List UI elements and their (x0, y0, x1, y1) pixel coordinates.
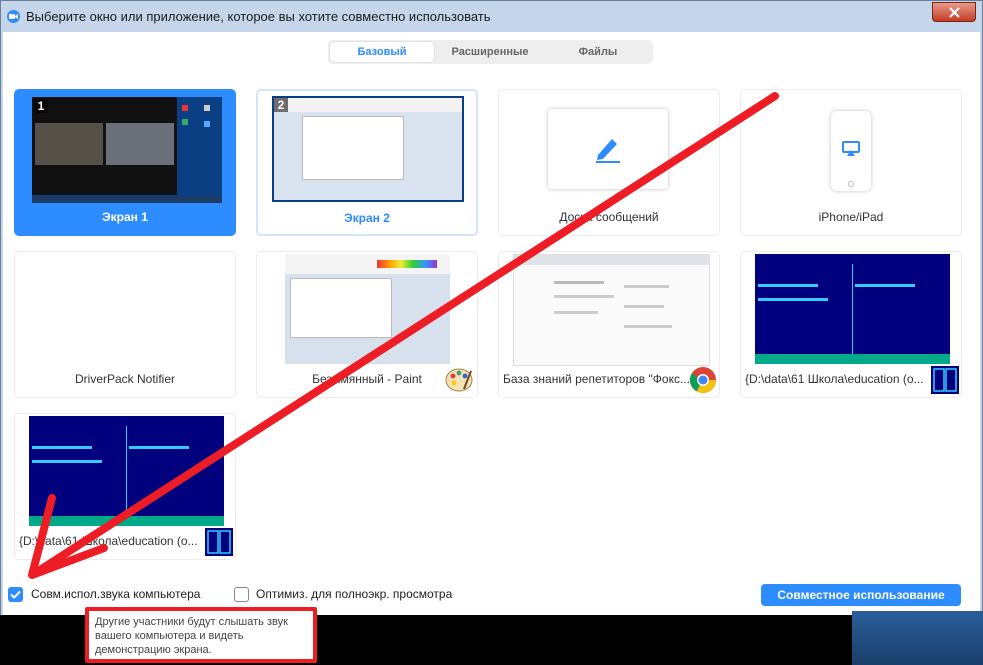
tile-paint[interactable]: Безымянный - Paint (256, 251, 478, 398)
tile-far-manager-2[interactable]: {D:\data\61 Школа\education (о... (14, 413, 236, 560)
share-audio-checkbox[interactable] (8, 587, 23, 602)
screen-number-badge: 2 (274, 98, 288, 112)
close-icon (949, 7, 960, 18)
title-bar: Выберите окно или приложение, которое вы… (1, 1, 982, 32)
whiteboard-card (548, 109, 668, 189)
chrome-thumbnail (513, 254, 710, 366)
share-content: Базовый Расширенные Файлы 1 Экран 1 2 Эк… (3, 32, 980, 612)
tooltip-text: Другие участники будут слышать звук ваше… (95, 616, 288, 656)
tile-label: {D:\data\61 Школа\education (о... (19, 534, 198, 548)
tile-label: {D:\data\61 Школа\education (о... (745, 372, 924, 386)
tile-label: DriverPack Notifier (74, 372, 176, 386)
share-button[interactable]: Совместное использование (761, 584, 961, 606)
tab-bar: Базовый Расширенные Файлы (328, 40, 653, 64)
tile-label: Экран 2 (344, 211, 390, 225)
phone-card (831, 111, 871, 191)
optimize-fullscreen-label[interactable]: Оптимиз. для полноэкр. просмотра (256, 587, 452, 601)
tile-label: База знаний репетиторов "Фокс... (503, 372, 689, 386)
tile-whiteboard[interactable]: Доска сообщений (498, 89, 720, 236)
tile-label: iPhone/iPad (818, 210, 884, 224)
far-manager-thumbnail (29, 416, 224, 526)
tile-iphone-ipad[interactable]: iPhone/iPad (740, 89, 962, 236)
chrome-icon (689, 367, 717, 394)
home-button-icon (848, 181, 854, 187)
close-button[interactable] (932, 2, 976, 22)
screen-number-badge: 1 (34, 99, 48, 113)
tab-files[interactable]: Файлы (546, 42, 650, 62)
far-manager-thumbnail (755, 254, 950, 364)
tile-screen-1[interactable]: 1 Экран 1 (14, 89, 236, 236)
tile-driverpack[interactable]: DriverPack Notifier (14, 251, 236, 398)
pencil-icon (596, 139, 620, 163)
audio-tooltip: Другие участники будут слышать звук ваше… (85, 607, 317, 663)
checkmark-icon (10, 590, 21, 599)
zoom-icon (7, 10, 20, 23)
desktop-background (852, 611, 983, 665)
airplay-icon (842, 141, 860, 156)
window-title: Выберите окно или приложение, которое вы… (26, 9, 491, 24)
paint-thumbnail (285, 254, 450, 364)
tile-screen-2[interactable]: 2 Экран 2 (256, 89, 478, 236)
optimize-fullscreen-checkbox[interactable] (234, 587, 249, 602)
tab-basic[interactable]: Базовый (330, 42, 434, 62)
far-manager-icon (931, 366, 959, 394)
share-screen-window: Выберите окно или приложение, которое вы… (0, 0, 983, 665)
screen-2-thumbnail: 2 (272, 96, 464, 202)
tile-label: Доска сообщений (559, 210, 659, 224)
tile-label: Экран 1 (102, 210, 148, 224)
tile-label: Безымянный - Paint (312, 372, 422, 386)
tile-far-manager-1[interactable]: {D:\data\61 Школа\education (о... (740, 251, 962, 398)
tab-advanced[interactable]: Расширенные (438, 42, 542, 62)
far-manager-icon (205, 528, 233, 556)
tile-chrome-foxford[interactable]: База знаний репетиторов "Фокс... (498, 251, 720, 398)
screen-1-thumbnail: 1 (32, 97, 222, 203)
share-audio-label[interactable]: Совм.испол.звука компьютера (31, 587, 200, 601)
